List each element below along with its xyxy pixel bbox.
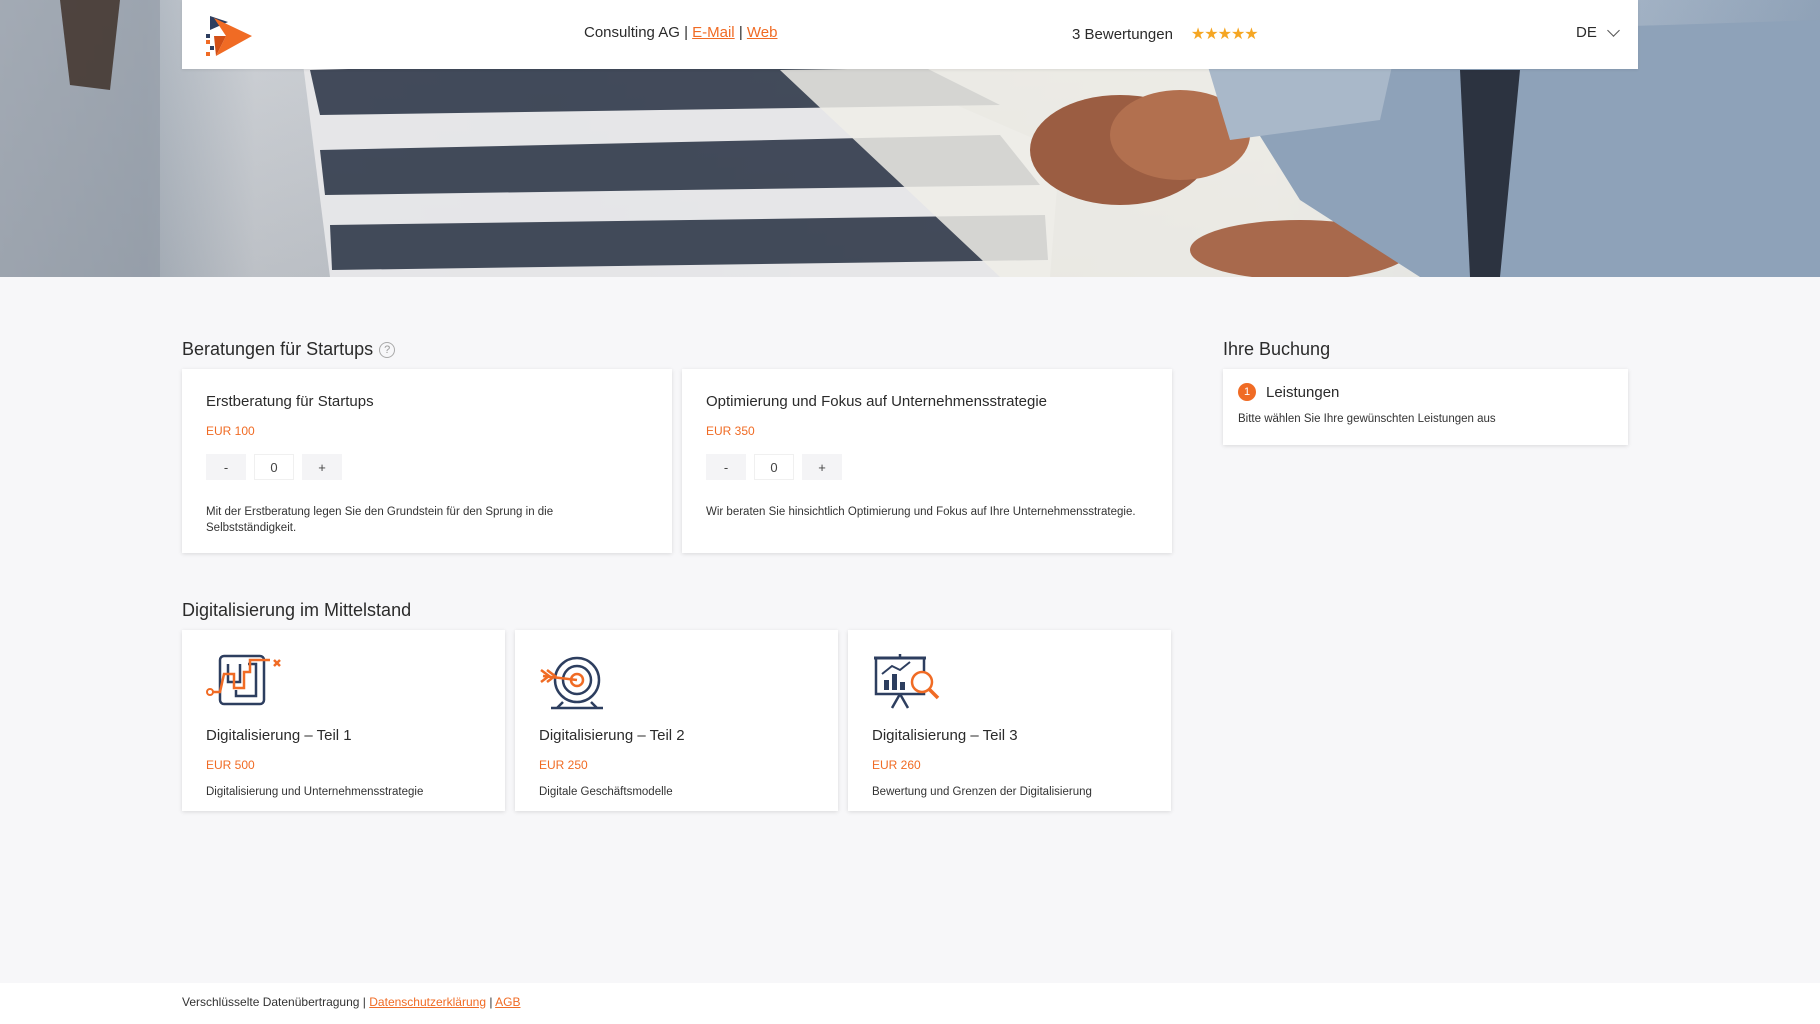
service-price: EUR 100 (206, 424, 255, 438)
service-title: Digitalisierung – Teil 1 (206, 727, 352, 744)
target-icon (540, 656, 603, 710)
service-title: Optimierung und Fokus auf Unternehmensst… (706, 393, 1048, 410)
separator: | (738, 24, 743, 41)
booking-title: Ihre Buchung (1223, 339, 1330, 360)
footer: Verschlüsselte Datenübertragung | Datens… (0, 983, 1820, 1024)
service-card[interactable]: Erstberatung für Startups EUR 100 - 0 + … (182, 369, 672, 553)
service-title: Erstberatung für Startups (206, 393, 374, 410)
step-label: Leistungen (1266, 383, 1340, 401)
company-logo[interactable] (204, 10, 258, 60)
service-description: Digitale Geschäftsmodelle (539, 786, 673, 798)
decrement-button[interactable]: - (206, 454, 246, 480)
company-info: Consulting AG | E-Mail | Web (584, 24, 777, 41)
service-price: EUR 250 (539, 758, 588, 772)
terms-link[interactable]: AGB (495, 995, 520, 1009)
quantity-input[interactable]: 0 (754, 454, 794, 480)
service-price: EUR 500 (206, 758, 255, 772)
service-price: EUR 260 (872, 758, 921, 772)
section-title-text: Digitalisierung im Mittelstand (182, 600, 412, 620)
service-description: Bewertung und Grenzen der Digitalisierun… (872, 786, 1092, 798)
booking-step[interactable]: 1 Leistungen (1238, 383, 1613, 401)
service-description: Wir beraten Sie hinsichtlich Optimierung… (706, 506, 1136, 518)
help-icon[interactable]: ? (379, 341, 396, 358)
maze-icon (206, 654, 281, 706)
encryption-note: Verschlüsselte Datenübertragung (182, 995, 360, 1009)
company-name: Consulting AG (584, 24, 680, 41)
top-header: Consulting AG | E-Mail | Web 3 Bewertung… (182, 0, 1638, 69)
chevron-down-icon (1606, 23, 1620, 37)
service-title: Digitalisierung – Teil 3 (872, 727, 1018, 744)
booking-panel: 1 Leistungen Bitte wählen Sie Ihre gewün… (1223, 369, 1628, 445)
booking-hint: Bitte wählen Sie Ihre gewünschten Leistu… (1238, 413, 1496, 425)
privacy-link[interactable]: Datenschutzerklärung (369, 995, 486, 1009)
section-title-text: Beratungen für Startups (182, 339, 374, 359)
booking-title-text: Ihre Buchung (1223, 339, 1331, 359)
email-link[interactable]: E-Mail (692, 24, 735, 41)
increment-button[interactable]: + (302, 454, 342, 480)
footer-text: Verschlüsselte Datenübertragung | Datens… (182, 995, 520, 1009)
service-price: EUR 350 (706, 424, 755, 438)
service-card[interactable]: Digitalisierung – Teil 3 EUR 260 Bewertu… (848, 630, 1171, 811)
reviews-summary[interactable]: 3 Bewertungen ★★★★★ (1072, 24, 1259, 44)
presentation-chart-icon (874, 654, 940, 709)
step-number-badge: 1 (1238, 383, 1256, 401)
language-selector[interactable]: DE (1576, 23, 1620, 41)
quantity-stepper: - 0 + (206, 454, 648, 480)
reviews-count: 3 Bewertungen (1072, 25, 1173, 43)
separator: | (489, 995, 493, 1009)
increment-button[interactable]: + (802, 454, 842, 480)
service-card[interactable]: Digitalisierung – Teil 2 EUR 250 Digital… (515, 630, 838, 811)
service-card[interactable]: Optimierung und Fokus auf Unternehmensst… (682, 369, 1172, 553)
language-label: DE (1576, 24, 1597, 41)
quantity-input[interactable]: 0 (254, 454, 294, 480)
separator: | (684, 24, 688, 41)
separator: | (362, 995, 366, 1009)
quantity-stepper: - 0 + (706, 454, 1148, 480)
service-title: Digitalisierung – Teil 2 (539, 727, 685, 744)
star-rating-icon: ★★★★★ (1190, 26, 1259, 43)
service-card[interactable]: Digitalisierung – Teil 1 EUR 500 Digital… (182, 630, 505, 811)
decrement-button[interactable]: - (706, 454, 746, 480)
service-description: Digitalisierung und Unternehmensstrategi… (206, 786, 424, 798)
service-description: Mit der Erstberatung legen Sie den Grund… (206, 506, 554, 534)
section-title-startups: Beratungen für Startups ? (182, 339, 396, 360)
web-link[interactable]: Web (747, 24, 778, 41)
section-title-digital: Digitalisierung im Mittelstand (182, 600, 411, 621)
